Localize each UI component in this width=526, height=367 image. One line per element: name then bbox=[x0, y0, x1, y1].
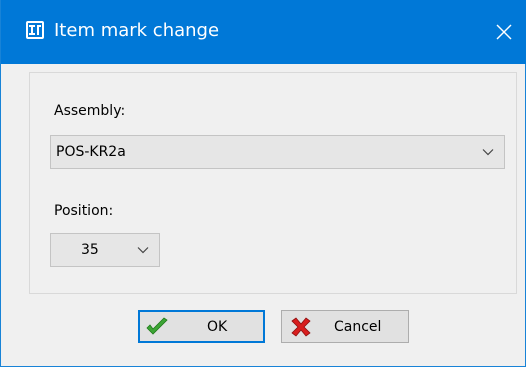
chevron-down-icon bbox=[482, 149, 494, 156]
settings-panel: Assembly: POS-KR2a Position: 35 bbox=[29, 72, 517, 294]
ok-button-label: OK bbox=[207, 318, 228, 335]
position-selected-value: 35 bbox=[81, 242, 99, 258]
app-icon bbox=[26, 21, 44, 39]
assembly-selected-value: POS-KR2a bbox=[56, 144, 126, 160]
close-button[interactable] bbox=[481, 0, 526, 64]
cancel-button[interactable]: Cancel bbox=[281, 310, 409, 343]
title-bar[interactable]: Item mark change bbox=[1, 0, 526, 64]
assembly-dropdown[interactable]: POS-KR2a bbox=[50, 135, 505, 169]
item-mark-change-dialog: Item mark change Assembly: POS-KR2a Posi… bbox=[0, 0, 526, 367]
dialog-body: Assembly: POS-KR2a Position: 35 OK Cance… bbox=[1, 64, 525, 366]
ok-button[interactable]: OK bbox=[138, 310, 265, 343]
chevron-down-icon bbox=[137, 247, 149, 254]
assembly-label: Assembly: bbox=[54, 103, 126, 119]
position-label: Position: bbox=[54, 203, 114, 219]
red-x-icon bbox=[291, 316, 311, 337]
green-check-icon bbox=[146, 316, 168, 335]
close-icon bbox=[496, 24, 512, 40]
cancel-button-label: Cancel bbox=[334, 318, 382, 335]
position-dropdown[interactable]: 35 bbox=[50, 233, 160, 267]
window-title: Item mark change bbox=[54, 20, 220, 41]
